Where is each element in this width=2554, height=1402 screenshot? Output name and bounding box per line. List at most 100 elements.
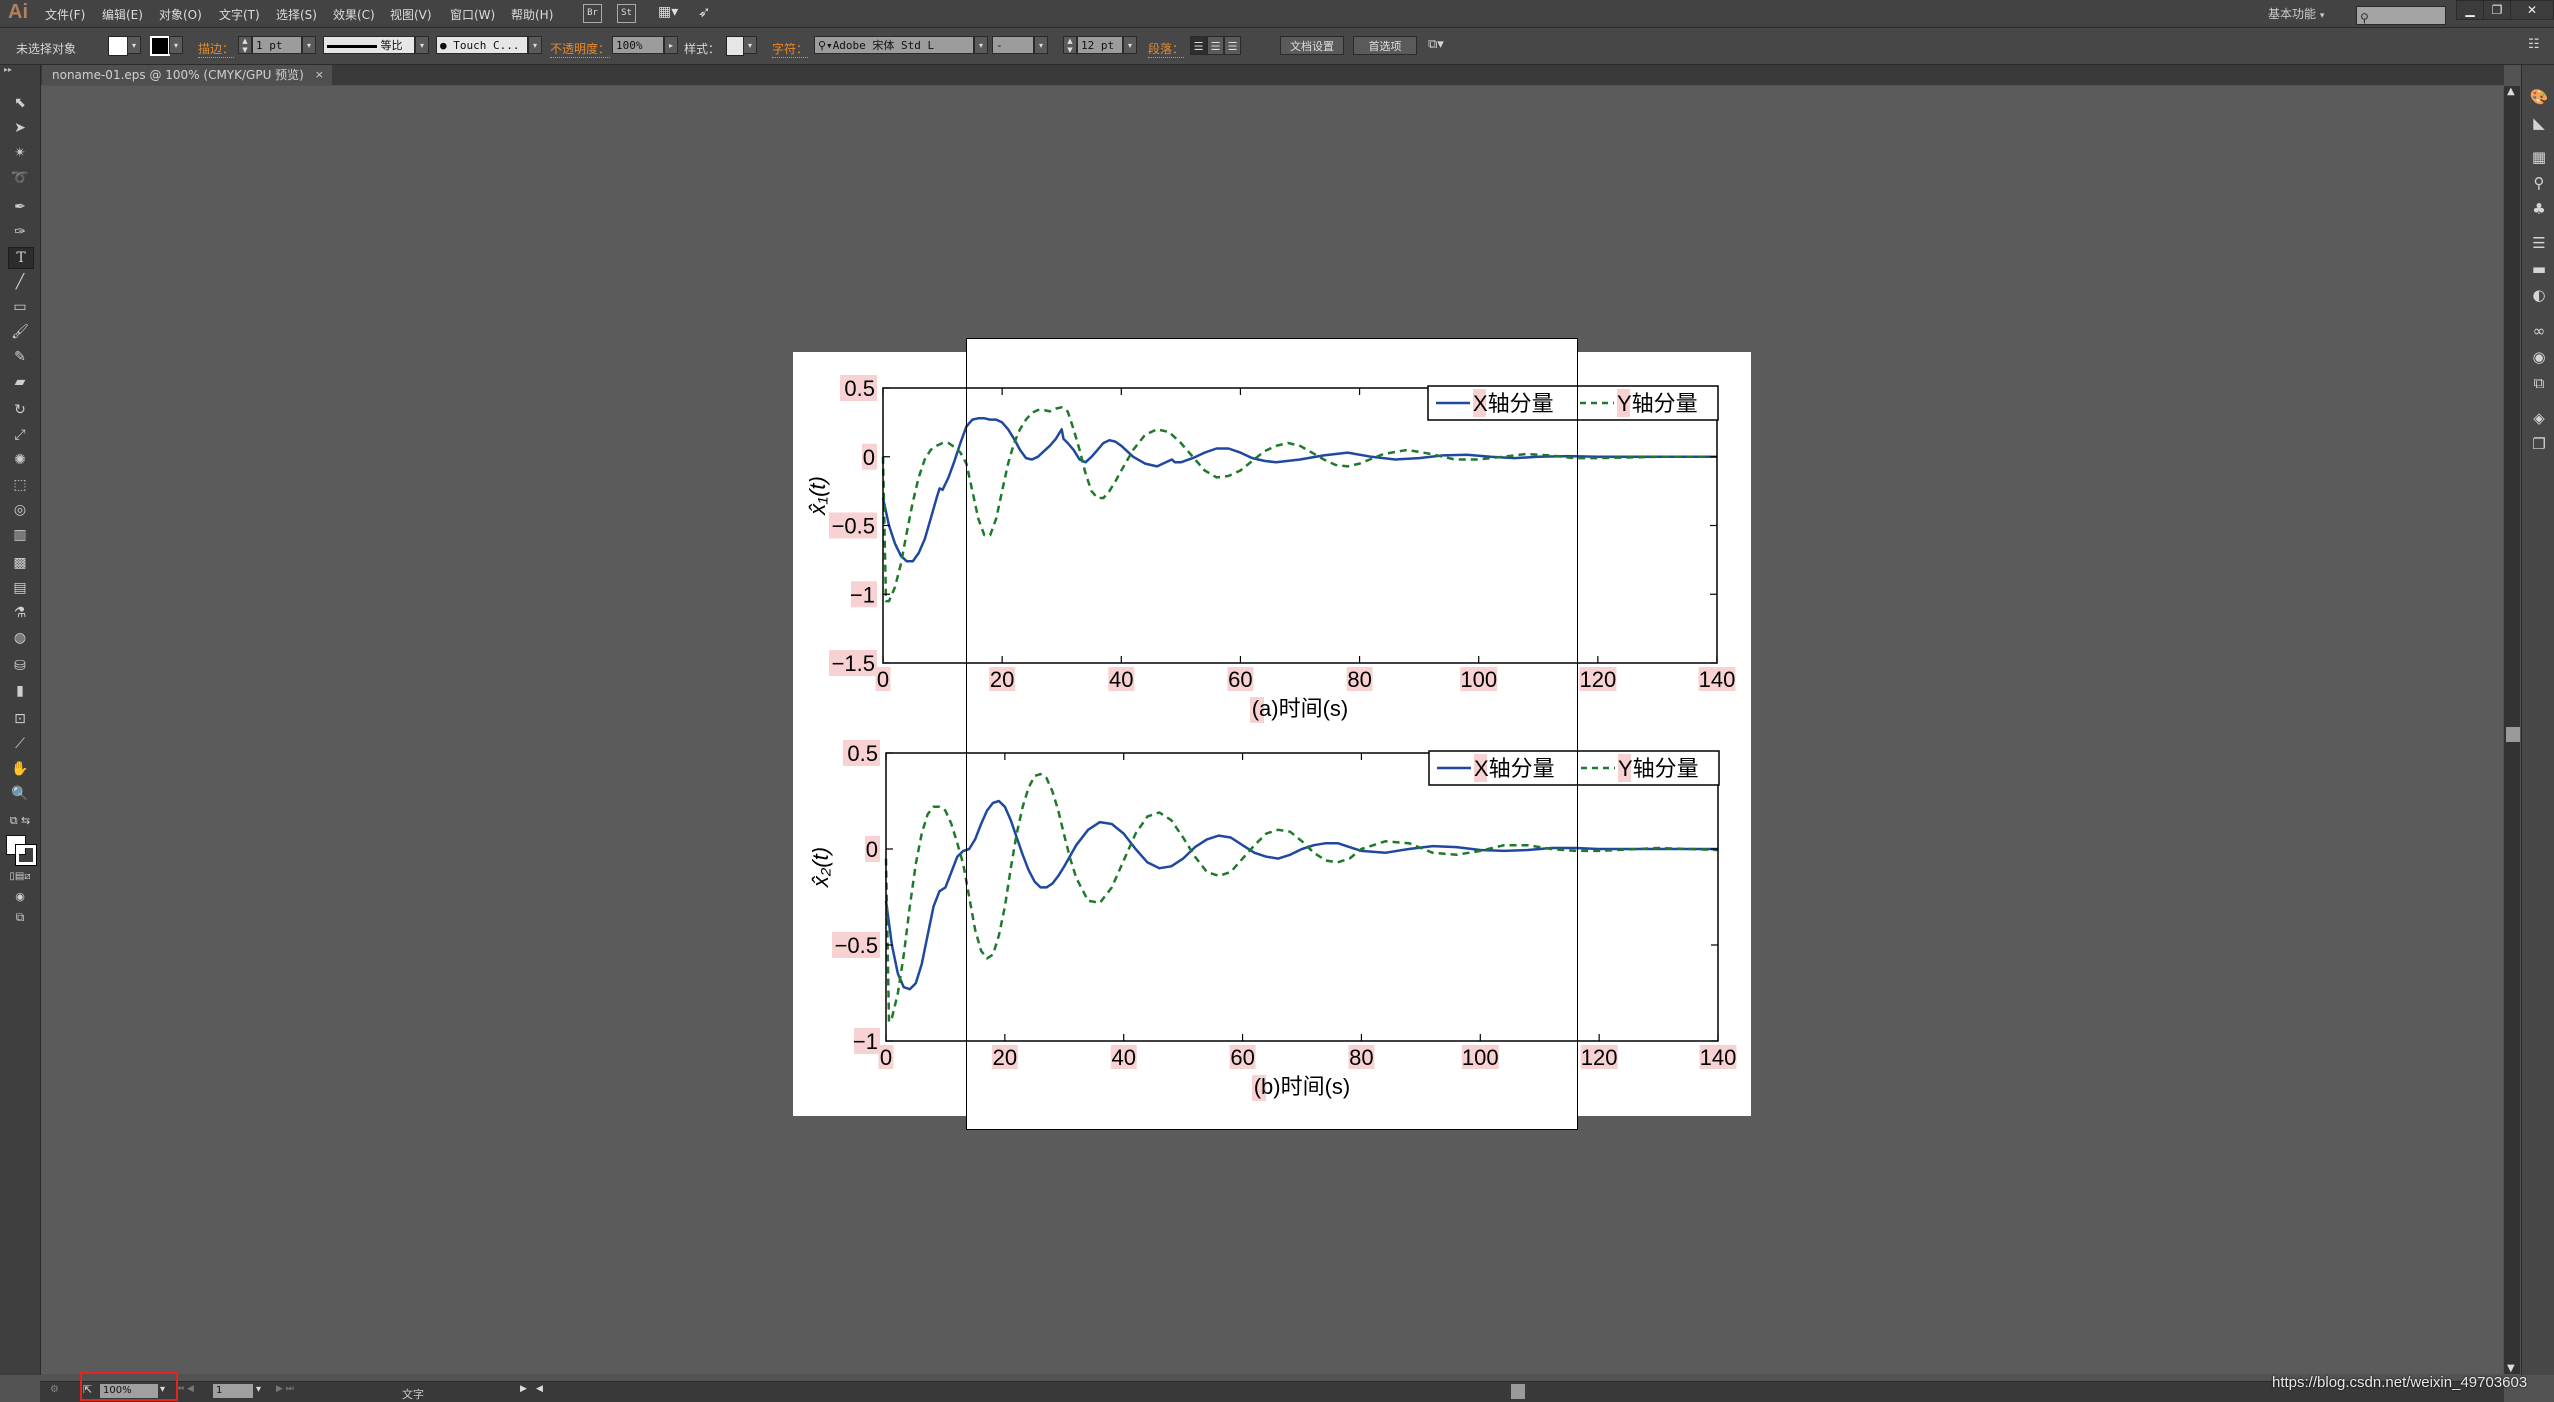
status-menu-icon[interactable]: ▶ [520,1384,527,1394]
stroke-panel-icon[interactable]: ☰ [2528,233,2550,253]
font-size-stepper[interactable]: ▲ ▼ [1063,36,1077,54]
rotate-tool-icon[interactable]: ↻ [8,400,32,420]
puppet-warp-tool-icon[interactable]: ✺ [8,450,32,470]
close-tab-icon[interactable]: × [315,65,324,85]
gradient-panel-icon[interactable]: ▬ [2528,259,2550,279]
artboard-number-input[interactable]: 1 [213,1384,253,1398]
symbol-sprayer-tool-icon[interactable]: ⛁ [8,656,32,676]
menu-type[interactable]: 文字(T) [219,6,260,23]
font-size-dropdown[interactable]: ▾ [1123,36,1137,54]
variable-width-profile[interactable]: 等比 [323,36,415,54]
opacity-label[interactable]: 不透明度： [550,40,611,58]
menu-object[interactable]: 对象(O) [159,6,202,23]
brush-definition[interactable]: ● Touch C... [436,36,528,54]
transparency-panel-icon[interactable]: ◐ [2528,285,2550,305]
mesh-tool-icon[interactable]: ▩ [8,553,32,573]
menu-help[interactable]: 帮助(H) [511,6,553,23]
pencil-tool-icon[interactable]: ✎ [8,347,32,367]
font-size-input[interactable]: 12 pt [1077,36,1123,54]
zoom-tool-icon[interactable]: 🔍 [8,784,32,804]
transform-panel-icon[interactable]: ⧉ [2528,373,2550,393]
next-artboard-icon[interactable]: ▶ ⏭ [276,1384,294,1394]
layers-panel-icon[interactable]: ◈ [2528,408,2550,428]
stroke-weight-stepper[interactable]: ▲ ▼ [238,36,252,54]
line-segment-tool-icon[interactable]: ╱ [8,272,32,292]
graphic-style-dropdown[interactable]: ▾ [743,36,757,54]
scroll-up-icon[interactable]: ▲ [2507,86,2515,97]
fill-swatch[interactable] [108,36,128,56]
align-left-button[interactable]: ☰ [1190,36,1207,55]
blend-tool-icon[interactable]: ◍ [8,628,32,648]
preferences-button[interactable]: 首选项 [1353,36,1417,55]
font-style-input[interactable]: - [992,36,1034,54]
character-label[interactable]: 字符： [772,40,809,58]
slice-tool-icon[interactable]: ⟋ [8,734,32,754]
close-button[interactable]: ✕ [2510,0,2554,20]
eraser-tool-icon[interactable]: ▰ [8,372,32,392]
shape-builder-tool-icon[interactable]: ◎ [8,500,32,520]
scale-tool-icon[interactable]: ⤢ [8,425,32,445]
align-center-button[interactable]: ☰ [1207,36,1224,55]
first-artboard-icon[interactable]: ⏮ ◀ [176,1384,194,1394]
default-fill-stroke-icon[interactable]: ⧉ ⇆ [8,811,32,831]
stroke-swatch[interactable] [150,36,170,56]
scroll-down-icon[interactable]: ▼ [2507,1363,2515,1374]
font-family-dropdown[interactable]: ▾ [974,36,988,54]
rocket-icon[interactable]: ➶ [698,3,711,21]
menu-effect[interactable]: 效果(C) [333,6,375,23]
opacity-input[interactable]: 100% [612,36,664,54]
paragraph-label[interactable]: 段落： [1148,40,1185,58]
selection-tool-icon[interactable]: ⬉ [8,93,32,113]
hand-tool-icon[interactable]: ✋ [8,759,32,779]
menu-edit[interactable]: 编辑(E) [102,6,143,23]
vertical-scroll-thumb[interactable] [2506,727,2520,742]
direct-selection-tool-icon[interactable]: ➤ [8,118,32,138]
stroke-color-swatch[interactable] [15,844,37,866]
gradient-tool-icon[interactable]: ▤ [8,578,32,598]
cc-libraries-panel-icon[interactable]: ∞ [2528,321,2550,341]
stroke-weight-input[interactable]: 1 pt [252,36,302,54]
restore-button[interactable]: ❐ [2483,0,2511,20]
brush-dropdown[interactable]: ▾ [528,36,542,54]
artboard-tool-icon[interactable]: ⊡ [8,709,32,729]
menu-file[interactable]: 文件(F) [45,6,85,23]
minimize-button[interactable]: ▁ [2456,0,2484,20]
stroke-label[interactable]: 描边： [198,40,235,58]
color-mode-buttons-icon[interactable]: ▯▤⧄ [8,867,32,887]
color-guide-panel-icon[interactable]: ◣ [2528,113,2550,133]
eyedropper-tool-icon[interactable]: ⚗ [8,603,32,623]
workspace-switcher[interactable]: 基本功能 ▾ [2268,5,2324,22]
appearance-panel-icon[interactable]: ◉ [2528,347,2550,367]
horizontal-scroll-thumb[interactable] [1511,1384,1525,1399]
placed-figure[interactable]: 0 20 40 60 80 100 120 140 0.5 0 −0.5 −1 −1.5 (a)时间(s)… [793,352,1751,1116]
artboard-dropdown-icon[interactable]: ▾ [256,1384,261,1395]
symbols-panel-icon[interactable]: ♣ [2528,199,2550,219]
menu-select[interactable]: 选择(S) [276,6,317,23]
free-transform-tool-icon[interactable]: ⬚ [8,475,32,495]
artboards-panel-icon[interactable]: ❐ [2528,434,2550,454]
screen-mode-icon[interactable]: ⧉ [8,907,32,927]
perspective-grid-tool-icon[interactable]: ▥ [8,525,32,545]
profile-dropdown[interactable]: ▾ [415,36,429,54]
stock-button[interactable]: St [617,4,636,23]
curvature-tool-icon[interactable]: ✑ [8,222,32,242]
fill-dropdown[interactable]: ▾ [127,36,141,54]
isolate-selection-icon[interactable]: ⧉▾ [1428,37,1444,52]
paintbrush-tool-icon[interactable]: 🖌 [8,322,32,342]
rectangle-tool-icon[interactable]: ▭ [8,297,32,317]
menu-view[interactable]: 视图(V) [390,6,432,23]
document-setup-button[interactable]: 文档设置 [1280,36,1344,55]
graphic-style-swatch[interactable] [726,36,744,56]
gpu-performance-icon[interactable]: ⚙ [50,1384,59,1395]
stroke-weight-dropdown[interactable]: ▾ [302,36,316,54]
collapse-panel-icon[interactable]: ▸▸ [0,65,44,75]
magic-wand-tool-icon[interactable]: ✴ [8,143,32,163]
brushes-panel-icon[interactable]: ⚲ [2528,173,2550,193]
column-graph-tool-icon[interactable]: ▮ [8,681,32,701]
align-right-button[interactable]: ☰ [1224,36,1241,55]
font-family-input[interactable]: ⚲▾Adobe 宋体 Std L [814,36,974,54]
pen-tool-icon[interactable]: ✒ [8,197,32,217]
help-search-input[interactable]: ⚲ [2356,6,2446,25]
stroke-dropdown[interactable]: ▾ [169,36,183,54]
color-panel-icon[interactable]: 🎨 [2528,87,2550,107]
